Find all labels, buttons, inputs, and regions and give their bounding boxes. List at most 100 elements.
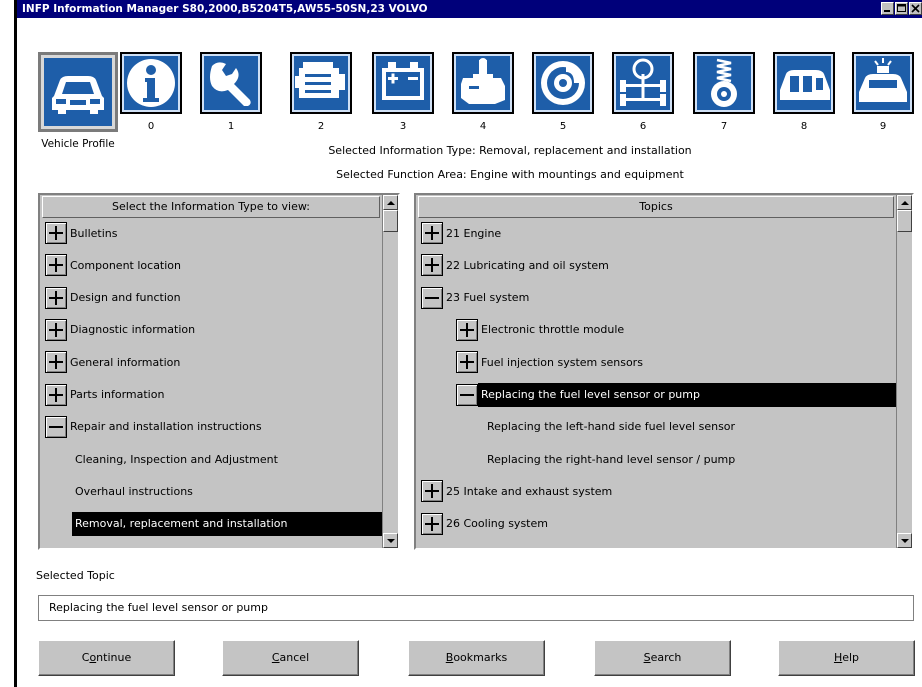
list-item[interactable]: Component location: [40, 253, 382, 277]
list-item[interactable]: Replacing the right-hand level sensor / …: [416, 447, 896, 471]
list-item[interactable]: Removal, replacement and installation: [40, 511, 382, 536]
list-item[interactable]: Replacing the fuel level sensor or pump: [416, 382, 896, 407]
expand-toggle[interactable]: [421, 512, 443, 535]
plus-icon: [425, 258, 439, 273]
scroll-thumb[interactable]: [897, 210, 912, 232]
minimize-button[interactable]: [881, 2, 894, 15]
function-area-4-button[interactable]: [452, 52, 514, 114]
battery-icon: [382, 62, 424, 100]
cancel-button[interactable]: Cancel: [222, 640, 359, 676]
window-title: INFP Information Manager S80,2000,B5204T…: [22, 3, 428, 15]
information-type-list: Select the Information Type to view: Bul…: [40, 195, 382, 548]
steering-suspension-icon: [620, 58, 666, 106]
function-area-1-label: 1: [227, 121, 235, 132]
arrow-down-icon: [901, 539, 909, 543]
information-type-panel: Select the Information Type to view: Bul…: [38, 193, 400, 550]
close-button[interactable]: [909, 2, 922, 15]
function-area-6-label: 6: [639, 121, 647, 132]
plus-icon: [425, 226, 439, 240]
function-area-9-button[interactable]: [852, 52, 914, 114]
expand-toggle[interactable]: [45, 318, 67, 341]
selected-topic-label: Selected Topic: [36, 569, 115, 582]
topics-header: Topics: [418, 196, 894, 218]
list-item-label: Design and function: [70, 291, 181, 305]
expand-toggle[interactable]: [45, 351, 67, 374]
list-item[interactable]: Parts information: [40, 383, 382, 407]
list-item[interactable]: 26 Cooling system: [416, 512, 896, 536]
function-area-2-button[interactable]: [290, 52, 352, 114]
collapse-toggle[interactable]: [456, 383, 478, 406]
information-type-scrollbar[interactable]: [382, 195, 398, 548]
vehicle-profile-button[interactable]: [38, 52, 118, 132]
function-area-7-button[interactable]: [693, 52, 755, 114]
selected-function-area: Selected Function Area: Engine with moun…: [336, 168, 684, 181]
list-item-label: Repair and installation instructions: [70, 420, 262, 434]
function-area-1-button[interactable]: [200, 52, 262, 114]
list-item[interactable]: Diagnostic information: [40, 318, 382, 342]
function-area-5-button[interactable]: [532, 52, 594, 114]
function-area-8-button[interactable]: [773, 52, 835, 114]
list-item-label: Electronic throttle module: [481, 323, 625, 337]
list-item[interactable]: Replacing the left-hand side fuel level …: [416, 415, 896, 439]
expand-toggle[interactable]: [45, 286, 67, 309]
expand-toggle[interactable]: [456, 318, 478, 341]
vehicle-profile-label: Vehicle Profile: [41, 138, 115, 150]
function-area-0-button[interactable]: [120, 52, 182, 114]
scroll-down-button[interactable]: [383, 533, 398, 548]
plus-icon: [49, 290, 63, 305]
expand-toggle[interactable]: [45, 383, 67, 406]
list-item[interactable]: Bulletins: [40, 221, 382, 245]
expand-toggle[interactable]: [456, 351, 478, 374]
function-area-8-label: 8: [800, 121, 808, 132]
function-area-4-label: 4: [479, 121, 487, 132]
button-label: Bookmarks: [445, 651, 508, 664]
bookmarks-button[interactable]: Bookmarks: [408, 640, 545, 676]
plus-icon: [49, 226, 63, 240]
list-item-label: Cleaning, Inspection and Adjustment: [75, 452, 278, 466]
minus-icon: [460, 393, 474, 396]
scroll-up-button[interactable]: [383, 195, 398, 210]
function-area-3-button[interactable]: [372, 52, 434, 114]
search-button[interactable]: Search: [594, 640, 731, 676]
scroll-thumb[interactable]: [383, 210, 398, 232]
maximize-button[interactable]: [895, 2, 908, 15]
list-item-label: 22 Lubricating and oil system: [446, 258, 609, 272]
expand-toggle[interactable]: [421, 254, 443, 277]
list-item[interactable]: Overhaul instructions: [40, 479, 382, 503]
maximize-icon: [897, 4, 906, 12]
info-icon: [127, 59, 175, 107]
scroll-up-button[interactable]: [897, 195, 912, 210]
list-item[interactable]: Electronic throttle module: [416, 318, 896, 342]
collapse-toggle[interactable]: [421, 286, 443, 309]
selected-topic-field[interactable]: Replacing the fuel level sensor or pump: [38, 595, 914, 621]
list-item-label: Overhaul instructions: [75, 484, 193, 498]
scroll-down-button[interactable]: [897, 533, 912, 548]
list-item-label: Bulletins: [70, 226, 118, 240]
list-item[interactable]: General information: [40, 350, 382, 374]
topics-scrollbar[interactable]: [896, 195, 912, 548]
function-area-6-button[interactable]: [612, 52, 674, 114]
list-item[interactable]: Cleaning, Inspection and Adjustment: [40, 447, 382, 471]
function-area-3-label: 3: [399, 121, 407, 132]
function-area-2-label: 2: [317, 121, 325, 132]
list-item[interactable]: Fuel injection system sensors: [416, 350, 896, 374]
list-item[interactable]: 25 Intake and exhaust system: [416, 479, 896, 503]
list-item[interactable]: 23 Fuel system: [416, 286, 896, 310]
expand-toggle[interactable]: [421, 222, 443, 244]
list-item-label: 21 Engine: [446, 226, 502, 240]
list-item[interactable]: Design and function: [40, 286, 382, 310]
expand-toggle[interactable]: [45, 254, 67, 277]
list-item[interactable]: 22 Lubricating and oil system: [416, 253, 896, 277]
list-item[interactable]: 21 Engine: [416, 221, 896, 245]
collapse-toggle[interactable]: [45, 415, 67, 438]
list-item-label: Replacing the right-hand level sensor / …: [487, 452, 736, 466]
title-bar: INFP Information Manager S80,2000,B5204T…: [17, 0, 922, 18]
list-item[interactable]: Repair and installation instructions: [40, 415, 382, 439]
help-button[interactable]: Help: [778, 640, 915, 676]
list-item-label: 25 Intake and exhaust system: [446, 484, 613, 498]
continue-button[interactable]: Continue: [38, 640, 175, 676]
expand-toggle[interactable]: [421, 480, 443, 503]
topics-list: Topics 21 Engine 22 Lubricating and oil s…: [416, 195, 896, 548]
plus-icon: [49, 355, 63, 370]
expand-toggle[interactable]: [45, 222, 67, 244]
